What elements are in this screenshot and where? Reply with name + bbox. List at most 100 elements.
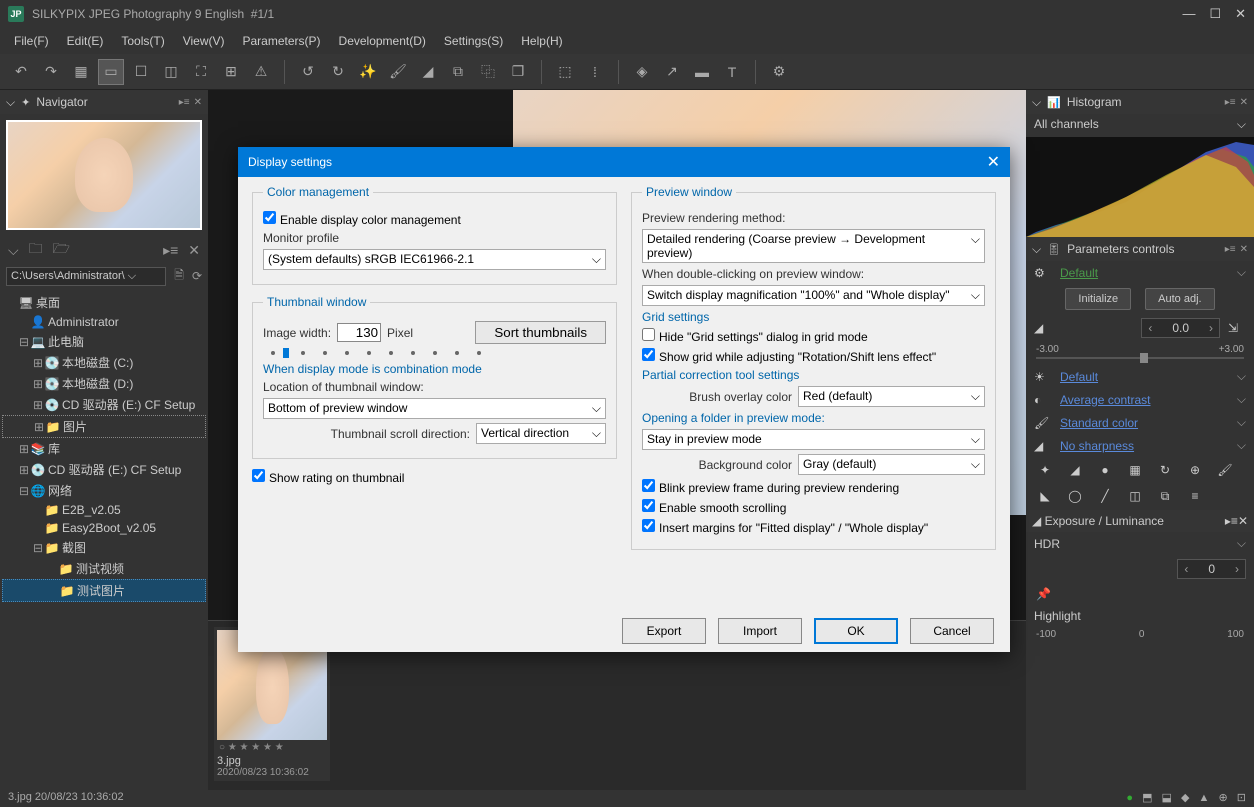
- noise-tool-icon[interactable]: ▦: [1126, 463, 1144, 477]
- exposure-section-header[interactable]: ◢ Exposure / Luminance ▸≡✕: [1026, 510, 1254, 532]
- tree-node[interactable]: ⊟📁截图: [2, 537, 206, 558]
- enable-cm-checkbox[interactable]: Enable display color management: [263, 211, 461, 227]
- refresh-icon[interactable]: ⟳: [192, 269, 202, 283]
- param-row[interactable]: ☀Default⌵: [1026, 365, 1254, 388]
- tool-preview-icon[interactable]: ▭: [98, 59, 124, 85]
- folder-icon[interactable]: 🗀: [29, 238, 43, 262]
- tool-stack-icon[interactable]: ❐: [505, 59, 531, 85]
- tool-rotate-right-icon[interactable]: ↻: [325, 59, 351, 85]
- tool-single-icon[interactable]: ☐: [128, 59, 154, 85]
- folder-open-icon[interactable]: 🗁: [53, 238, 70, 262]
- tool-cursor-icon[interactable]: ⬚: [552, 59, 578, 85]
- tool-grid2-icon[interactable]: ⊞: [218, 59, 244, 85]
- tree-node[interactable]: 📁测试图片: [2, 579, 206, 602]
- tool-settings-icon[interactable]: ⚙: [766, 59, 792, 85]
- status-icon[interactable]: ⊕: [1219, 792, 1228, 804]
- render-method-select[interactable]: Detailed rendering (Coarse preview → Dev…: [642, 229, 985, 263]
- location-select[interactable]: Bottom of preview window⌵: [263, 398, 606, 419]
- tree-node[interactable]: 🖥桌面: [2, 292, 206, 313]
- hdr-stepper[interactable]: ‹0›: [1177, 559, 1246, 579]
- brush-tool-icon[interactable]: 🖌: [1216, 463, 1234, 477]
- chevron-down-icon[interactable]: ⌵: [1237, 265, 1246, 280]
- dialog-close-icon[interactable]: ✕: [987, 152, 1000, 172]
- panel-dock-icon[interactable]: ▸≡: [163, 242, 178, 259]
- tree-node[interactable]: ⊞💿CD 驱动器 (E:) CF Setup: [2, 459, 206, 480]
- tree-node[interactable]: ⊞📚库: [2, 438, 206, 459]
- lens-tool-icon[interactable]: ●: [1096, 463, 1114, 477]
- tool-adjust-icon[interactable]: ◢: [415, 59, 441, 85]
- crop-tool-icon[interactable]: ⧉: [1156, 489, 1174, 504]
- more-tool-icon[interactable]: ≡: [1186, 489, 1204, 504]
- sort-thumbnails-button[interactable]: Sort thumbnails: [475, 321, 606, 344]
- panel-close-icon[interactable]: ✕: [1240, 97, 1248, 108]
- status-icon[interactable]: ▲: [1199, 792, 1210, 804]
- double-click-select[interactable]: Switch display magnification "100%" and …: [642, 285, 985, 306]
- menu-help[interactable]: Help(H): [513, 30, 570, 52]
- param-row[interactable]: 🖌Standard color⌵: [1026, 411, 1254, 434]
- open-folder-select[interactable]: Stay in preview mode⌵: [642, 429, 985, 450]
- tool-redo-icon[interactable]: ↷: [38, 59, 64, 85]
- tree-node[interactable]: ⊞💿CD 驱动器 (E:) CF Setup: [2, 394, 206, 415]
- decrease-icon[interactable]: ‹: [1142, 321, 1158, 335]
- tool-export-icon[interactable]: ↗: [659, 59, 685, 85]
- tool-dropper-icon[interactable]: ⁞: [582, 59, 608, 85]
- tool-split-icon[interactable]: ◫: [158, 59, 184, 85]
- export-button[interactable]: Export: [622, 618, 706, 644]
- tool-crop-icon[interactable]: ⧉: [445, 59, 471, 85]
- tree-node[interactable]: 📁E2B_v2.05: [2, 501, 206, 519]
- menu-edit[interactable]: Edit(E): [59, 30, 112, 52]
- menu-development[interactable]: Development(D): [331, 30, 434, 52]
- show-rating-checkbox[interactable]: Show rating on thumbnail: [252, 469, 404, 485]
- monitor-profile-select[interactable]: (System defaults) sRGB IEC61966-2.1⌵: [263, 249, 606, 270]
- panel-close-icon[interactable]: ✕: [188, 242, 200, 259]
- navigator-thumbnail[interactable]: [6, 120, 202, 230]
- panel-close-icon[interactable]: ✕: [1240, 244, 1248, 255]
- ok-button[interactable]: OK: [814, 618, 898, 644]
- parameters-header[interactable]: ⌵ 🎚 Parameters controls ▸≡ ✕: [1026, 237, 1254, 261]
- scroll-direction-select[interactable]: Vertical direction⌵: [476, 423, 606, 444]
- effect-tool-icon[interactable]: ⊕: [1186, 463, 1204, 477]
- tool-fullscreen-icon[interactable]: ⛶: [188, 59, 214, 85]
- tool-wand-icon[interactable]: ✨: [355, 59, 381, 85]
- preset-default[interactable]: Default: [1060, 266, 1229, 280]
- chevron-down-icon[interactable]: ⌵: [8, 242, 19, 259]
- menu-tools[interactable]: Tools(T): [113, 30, 172, 52]
- brush-color-select[interactable]: Red (default)⌵: [798, 386, 985, 407]
- tool-text-icon[interactable]: T: [719, 59, 745, 85]
- status-icon[interactable]: ⬓: [1162, 792, 1172, 804]
- reset-icon[interactable]: ⇲: [1228, 321, 1246, 335]
- rotate-tool-icon[interactable]: ↻: [1156, 463, 1174, 477]
- tool-frame-icon[interactable]: ▬: [689, 59, 715, 85]
- tool-rotate-left-icon[interactable]: ↺: [295, 59, 321, 85]
- menu-settings[interactable]: Settings(S): [436, 30, 511, 52]
- hdr-row[interactable]: HDR⌵: [1026, 532, 1254, 555]
- tree-node[interactable]: ⊟💻此电脑: [2, 331, 206, 352]
- line-tool-icon[interactable]: ╱: [1096, 489, 1114, 504]
- tree-node[interactable]: ⊟🌐网络: [2, 480, 206, 501]
- tool-warning-icon[interactable]: ⚠: [248, 59, 274, 85]
- panel-dock-icon[interactable]: ▸≡: [1225, 244, 1236, 255]
- cancel-button[interactable]: Cancel: [910, 618, 994, 644]
- tree-node[interactable]: 📁Easy2Boot_v2.05: [2, 519, 206, 537]
- tree-node[interactable]: ⊞📁图片: [2, 415, 206, 438]
- tree-node[interactable]: ⊞💽本地磁盘 (D:): [2, 373, 206, 394]
- hide-grid-checkbox[interactable]: Hide "Grid settings" dialog in grid mode: [642, 328, 868, 344]
- initialize-button[interactable]: Initialize: [1065, 288, 1131, 310]
- bg-color-select[interactable]: Gray (default)⌵: [798, 454, 985, 475]
- tree-node[interactable]: 👤Administrator: [2, 313, 206, 331]
- histogram-header[interactable]: ⌵ 📊 Histogram ▸≡ ✕: [1026, 90, 1254, 114]
- blur-tool-icon[interactable]: ◯: [1066, 489, 1084, 504]
- show-grid-checkbox[interactable]: Show grid while adjusting "Rotation/Shif…: [642, 348, 936, 364]
- document-icon[interactable]: 🗎: [174, 266, 184, 287]
- tree-node[interactable]: ⊞💽本地磁盘 (C:): [2, 352, 206, 373]
- ev-stepper[interactable]: ‹ 0.0 ›: [1141, 318, 1220, 338]
- pin-icon[interactable]: 📌: [1036, 587, 1051, 601]
- dialog-titlebar[interactable]: Display settings ✕: [238, 147, 1010, 177]
- gear-icon[interactable]: ⚙: [1034, 266, 1052, 280]
- close-button[interactable]: ✕: [1235, 6, 1246, 22]
- auto-adjust-button[interactable]: Auto adj.: [1145, 288, 1214, 310]
- menu-parameters[interactable]: Parameters(P): [235, 30, 329, 52]
- image-width-input[interactable]: [337, 323, 381, 342]
- tool-copy-icon[interactable]: ⿻: [475, 59, 501, 85]
- menu-file[interactable]: File(F): [6, 30, 57, 52]
